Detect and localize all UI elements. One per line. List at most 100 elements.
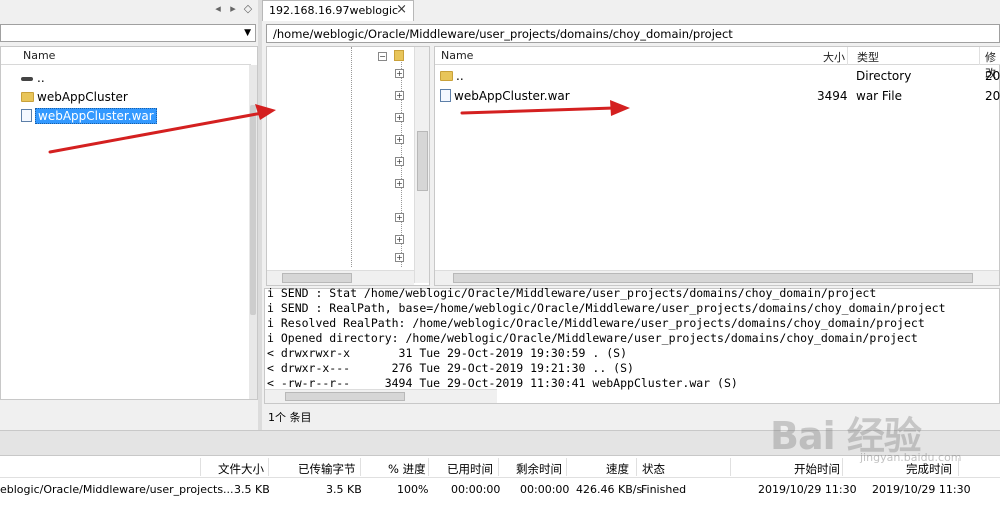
log-line: i Opened directory: /home/weblogic/Oracl… bbox=[267, 331, 918, 345]
log-line: < drwxrwxr-x 31 Tue 29-Oct-2019 19:30:59… bbox=[267, 346, 628, 360]
expand-icon[interactable]: + bbox=[395, 253, 404, 262]
table-row[interactable]: .. bbox=[440, 67, 464, 86]
scrollbar-thumb[interactable] bbox=[417, 131, 428, 191]
parent-dir-icon bbox=[21, 76, 33, 81]
list-item-selected[interactable]: webAppCluster.war bbox=[21, 107, 157, 126]
queue-remaining: 00:00:00 bbox=[520, 483, 570, 496]
vertical-scrollbar[interactable] bbox=[414, 47, 429, 283]
tree-guide-line bbox=[351, 47, 352, 267]
log-line: i Resolved RealPath: /home/weblogic/Orac… bbox=[267, 316, 925, 330]
file-name: .. bbox=[456, 69, 464, 83]
local-list-header: Name bbox=[1, 47, 251, 65]
expand-icon[interactable]: + bbox=[395, 179, 404, 188]
column-header-elapsed[interactable]: 已用时间 bbox=[447, 461, 493, 477]
scrollbar-thumb[interactable] bbox=[285, 392, 405, 401]
remote-path-field[interactable]: /home/weblogic/Oracle/Middleware/user_pr… bbox=[266, 24, 1000, 43]
column-header-transferred[interactable]: 已传输字节 bbox=[298, 461, 356, 477]
remote-file-list[interactable]: Name 大小 类型 修改 .. Directory 201 webAppClu… bbox=[434, 46, 1000, 286]
column-divider[interactable] bbox=[428, 458, 429, 476]
file-modified: 201 bbox=[985, 69, 1000, 83]
item-count: 1个 条目 bbox=[268, 411, 312, 424]
folder-icon bbox=[21, 91, 34, 102]
column-header-type[interactable]: 类型 bbox=[857, 49, 879, 65]
expand-icon[interactable]: + bbox=[395, 69, 404, 78]
expand-icon[interactable]: + bbox=[395, 135, 404, 144]
local-file-list[interactable]: Name .. webAppCluster webAppCluster.war bbox=[0, 46, 258, 400]
list-item[interactable]: .. bbox=[21, 69, 45, 88]
log-line: i SEND : Stat /home/weblogic/Oracle/Midd… bbox=[267, 286, 877, 300]
column-divider[interactable] bbox=[979, 47, 980, 65]
expand-icon[interactable]: + bbox=[395, 157, 404, 166]
pane-splitter[interactable] bbox=[258, 0, 262, 430]
column-divider[interactable] bbox=[268, 458, 269, 476]
horizontal-scrollbar[interactable] bbox=[435, 270, 999, 285]
queue-speed: 426.46 KB/s bbox=[576, 483, 643, 496]
local-toolbar: ◂ ▸ ◇ bbox=[0, 0, 260, 20]
column-divider[interactable] bbox=[498, 458, 499, 476]
expand-icon[interactable]: + bbox=[395, 113, 404, 122]
queue-elapsed: 00:00:00 bbox=[451, 483, 501, 496]
tab-session[interactable]: 192.168.16.97weblogic × bbox=[262, 0, 414, 21]
queue-finish-time: 2019/10/29 11:30 bbox=[872, 483, 971, 496]
vertical-scrollbar[interactable] bbox=[249, 65, 257, 399]
archive-file-icon bbox=[440, 89, 451, 102]
table-row[interactable]: webAppCluster.war bbox=[440, 87, 570, 106]
file-icon bbox=[21, 109, 32, 122]
queue-start-time: 2019/10/29 11:30 bbox=[758, 483, 857, 496]
folder-icon bbox=[440, 70, 453, 81]
session-log[interactable]: i SEND : Stat /home/weblogic/Oracle/Midd… bbox=[264, 286, 1000, 404]
scrollbar-thumb[interactable] bbox=[250, 105, 256, 315]
file-name: webAppCluster.war bbox=[454, 89, 570, 103]
local-pane: ◂ ▸ ◇ ▼ Name .. webAppCluster webAppClus… bbox=[0, 0, 260, 405]
file-type: Directory bbox=[856, 69, 912, 83]
scrollbar-thumb[interactable] bbox=[282, 273, 352, 283]
column-header-status[interactable]: 状态 bbox=[642, 461, 665, 477]
forward-icon[interactable]: ▸ bbox=[226, 2, 240, 16]
queue-status: Finished bbox=[641, 483, 687, 496]
remote-path-text: /home/weblogic/Oracle/Middleware/user_pr… bbox=[273, 27, 733, 41]
list-item-label: .. bbox=[37, 71, 45, 85]
column-divider[interactable] bbox=[200, 458, 201, 476]
list-item[interactable]: webAppCluster bbox=[21, 88, 128, 107]
remote-list-header: Name 大小 类型 修改 bbox=[435, 47, 1000, 80]
column-header-progress[interactable]: % 进度 bbox=[388, 461, 426, 477]
horizontal-scrollbar[interactable] bbox=[265, 389, 497, 403]
horizontal-scrollbar[interactable] bbox=[267, 270, 414, 285]
queue-transferred: 3.5 KB bbox=[326, 483, 362, 496]
file-size: 3494 bbox=[817, 89, 848, 103]
tab-title: 192.168.16.97weblogic bbox=[269, 4, 399, 17]
back-icon[interactable]: ◂ bbox=[211, 2, 225, 16]
queue-file-path[interactable]: eblogic/Oracle/Middleware/user_projects.… bbox=[0, 483, 234, 496]
file-modified: 201 bbox=[985, 89, 1000, 103]
column-divider[interactable] bbox=[636, 458, 637, 476]
column-divider[interactable] bbox=[847, 47, 848, 65]
collapse-icon[interactable]: − bbox=[378, 52, 387, 61]
column-divider[interactable] bbox=[730, 458, 731, 476]
close-icon[interactable]: × bbox=[396, 2, 407, 17]
local-path-combo[interactable]: ▼ bbox=[0, 24, 256, 42]
column-header-file-size[interactable]: 文件大小 bbox=[218, 461, 264, 477]
column-header-remaining[interactable]: 剩余时间 bbox=[516, 461, 562, 477]
baidu-watermark: Bai 经验 jingyan.baidu.com bbox=[770, 405, 1000, 475]
file-type: war File bbox=[856, 89, 902, 103]
queue-progress: 100% bbox=[397, 483, 429, 496]
scrollbar-thumb[interactable] bbox=[453, 273, 973, 283]
queue-file-size: 3.5 KB bbox=[234, 483, 270, 496]
expand-icon[interactable]: + bbox=[395, 213, 404, 222]
column-header-speed[interactable]: 速度 bbox=[606, 461, 629, 477]
log-line: < drwxr-x--- 276 Tue 29-Oct-2019 19:21:3… bbox=[267, 361, 634, 375]
list-item-label: webAppCluster.war bbox=[35, 108, 157, 124]
watermark-url: jingyan.baidu.com bbox=[860, 451, 962, 464]
dropdown-arrow-icon[interactable]: ▼ bbox=[244, 25, 251, 41]
column-header-size[interactable]: 大小 bbox=[823, 49, 845, 65]
folder-icon bbox=[394, 50, 404, 61]
list-item-label: webAppCluster bbox=[37, 90, 128, 104]
column-divider[interactable] bbox=[566, 458, 567, 476]
column-header-name[interactable]: Name bbox=[23, 49, 55, 62]
expand-icon[interactable]: + bbox=[395, 235, 404, 244]
column-header-name[interactable]: Name bbox=[441, 49, 473, 62]
remote-folder-tree[interactable]: − + + + + + + + + + bbox=[266, 46, 430, 286]
expand-icon[interactable]: + bbox=[395, 91, 404, 100]
column-divider[interactable] bbox=[360, 458, 361, 476]
refresh-icon[interactable]: ◇ bbox=[241, 2, 255, 16]
